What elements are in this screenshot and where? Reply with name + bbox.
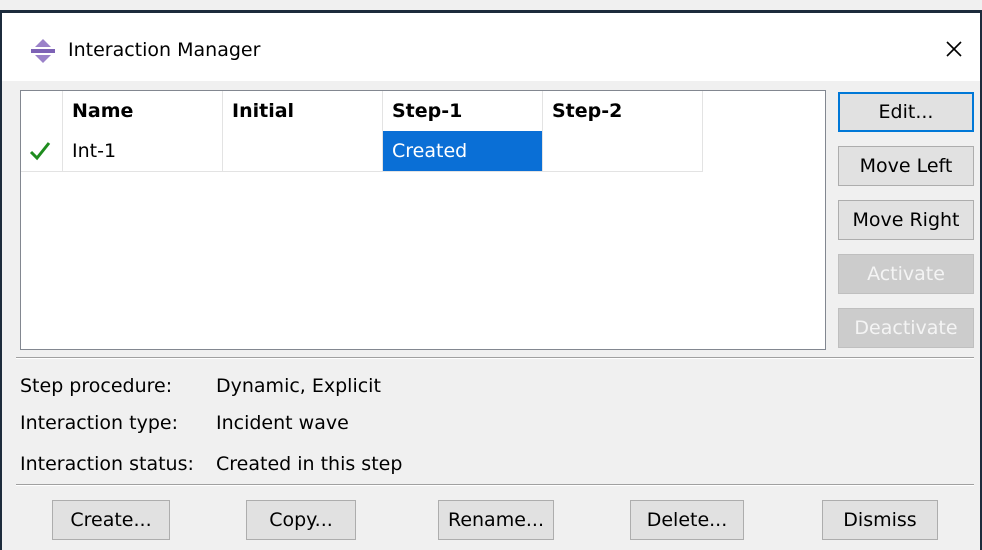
column-header-step-2[interactable]: Step-2 [543, 91, 703, 131]
column-header-name[interactable]: Name [63, 91, 223, 131]
step-procedure-value: Dynamic, Explicit [216, 375, 381, 397]
row-step-1-cell[interactable]: Created [383, 131, 543, 172]
step-procedure-label: Step procedure: [20, 375, 173, 397]
edit-button[interactable]: Edit... [838, 92, 974, 132]
column-header-status[interactable] [21, 91, 63, 131]
interaction-type-label: Interaction type: [20, 412, 178, 434]
move-right-button[interactable]: Move Right [838, 200, 974, 240]
window-title: Interaction Manager [68, 39, 261, 61]
interaction-status-value: Created in this step [216, 453, 403, 475]
interaction-table[interactable]: Name Initial Step-1 Step-2 Int-1 Created [20, 90, 826, 350]
divider [16, 484, 974, 486]
table-header: Name Initial Step-1 Step-2 [21, 91, 825, 131]
close-icon[interactable] [938, 33, 970, 65]
title-bar[interactable]: Interaction Manager [2, 13, 980, 81]
create-button[interactable]: Create... [52, 500, 170, 540]
row-name-cell[interactable]: Int-1 [63, 131, 223, 172]
row-initial-cell[interactable] [223, 131, 383, 172]
interaction-type-value: Incident wave [216, 412, 349, 434]
column-header-step-1[interactable]: Step-1 [383, 91, 543, 131]
row-step-2-cell[interactable] [543, 131, 703, 172]
interaction-status-label: Interaction status: [20, 453, 194, 475]
move-left-button[interactable]: Move Left [838, 146, 974, 186]
deactivate-button[interactable]: Deactivate [838, 308, 974, 348]
divider [16, 357, 974, 359]
column-header-initial[interactable]: Initial [223, 91, 383, 131]
row-status-cell [21, 131, 63, 172]
window-left-border [0, 13, 2, 550]
rename-button[interactable]: Rename... [438, 500, 554, 540]
delete-button[interactable]: Delete... [630, 500, 744, 540]
background-strip [0, 0, 982, 10]
table-row[interactable]: Int-1 Created [21, 131, 825, 172]
green-checkmark-icon [29, 142, 51, 161]
activate-button[interactable]: Activate [838, 254, 974, 294]
interaction-manager-icon [31, 39, 55, 63]
dismiss-button[interactable]: Dismiss [822, 500, 938, 540]
copy-button[interactable]: Copy... [246, 500, 356, 540]
